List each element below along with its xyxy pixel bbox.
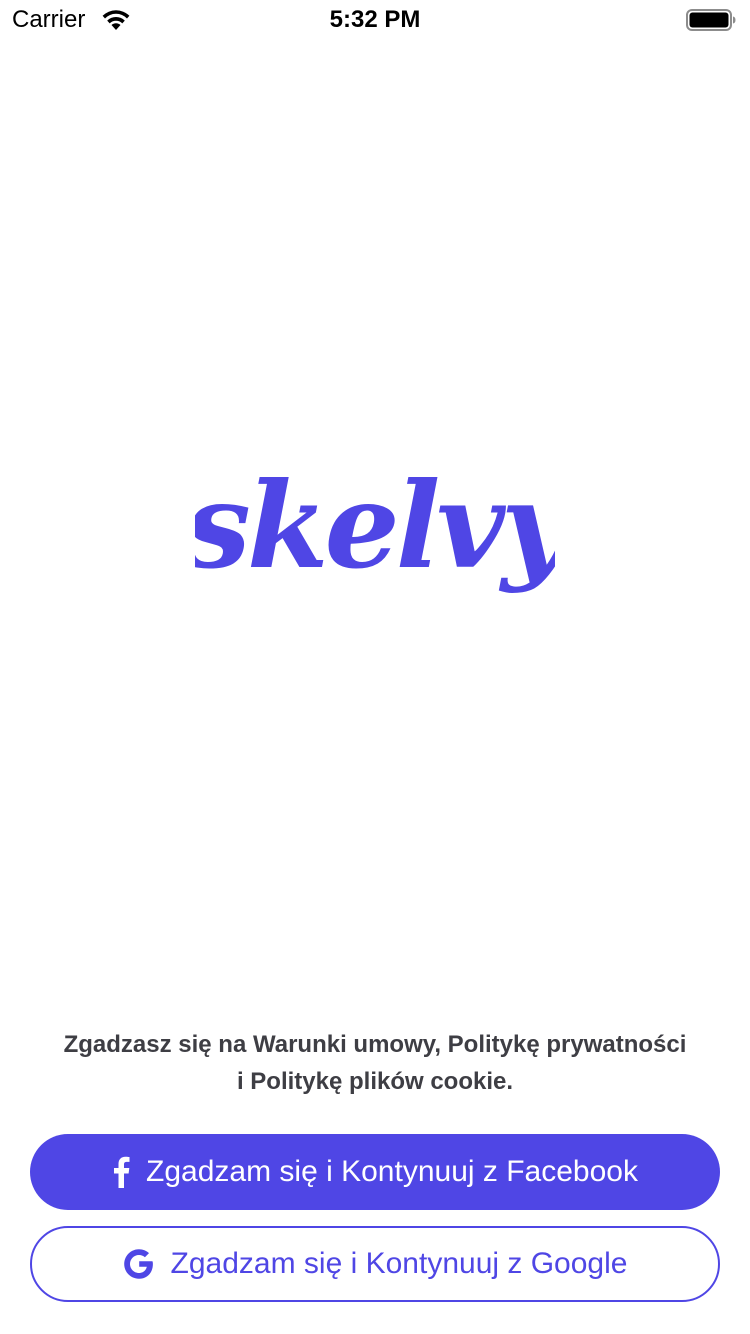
facebook-button-label: Zgadzam się i Kontynuuj z Facebook xyxy=(146,1155,638,1188)
google-icon xyxy=(123,1248,155,1280)
clock: 5:32 PM xyxy=(329,6,421,33)
status-bar: Carrier 5:32 PM xyxy=(0,0,750,40)
google-button-label: Zgadzam się i Kontynuuj z Google xyxy=(170,1247,628,1280)
battery-icon xyxy=(686,9,736,31)
facebook-icon xyxy=(112,1156,130,1188)
continue-with-google-button[interactable]: Zgadzam się i Kontynuuj z Google xyxy=(30,1226,720,1302)
skelvy-logo: skelvy xyxy=(195,456,555,595)
terms-consent-text: Zgadzasz się na Warunki umowy, Politykę … xyxy=(63,1031,687,1095)
login-screen: Carrier 5:32 PM skelvy Zgadzasz się na W… xyxy=(0,0,750,1334)
svg-text:skelvy: skelvy xyxy=(195,456,555,595)
continue-with-facebook-button[interactable]: Zgadzam się i Kontynuuj z Facebook xyxy=(30,1134,720,1210)
